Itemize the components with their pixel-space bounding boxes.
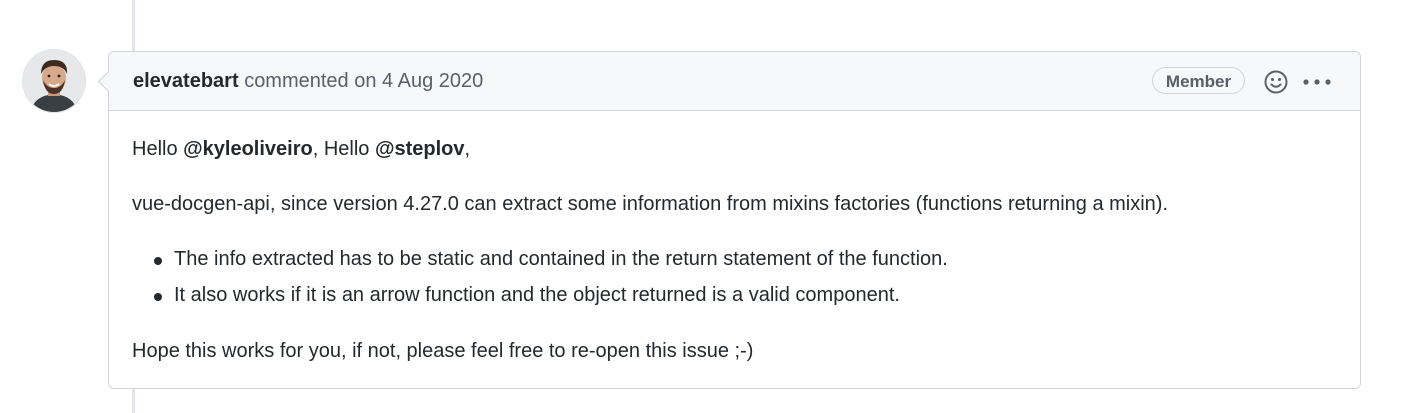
greeting-line: Hello @kyleoliveiro, Hello @steplov, bbox=[132, 138, 470, 161]
bullet-marker bbox=[154, 293, 162, 301]
closing-paragraph: Hope this works for you, if not, please … bbox=[132, 340, 754, 362]
greeting-text-2: , Hello bbox=[312, 138, 375, 160]
user-avatar-image bbox=[23, 50, 85, 112]
comment-box: elevatebart commented on 4 Aug 2020 Memb… bbox=[97, 51, 1361, 389]
comment-timestamp[interactable]: 4 Aug 2020 bbox=[382, 70, 483, 92]
bullet-marker bbox=[154, 257, 162, 265]
member-badge: Member bbox=[1152, 67, 1245, 94]
comment-header-text: elevatebart commented on 4 Aug 2020 bbox=[133, 70, 483, 93]
list-item: The info extracted has to be static and … bbox=[174, 248, 948, 270]
comment-header: elevatebart commented on 4 Aug 2020 Memb… bbox=[109, 52, 1360, 111]
avatar[interactable] bbox=[23, 50, 85, 112]
greeting-text: Hello bbox=[132, 138, 184, 160]
kebab-horizontal-icon[interactable] bbox=[1302, 71, 1332, 93]
paragraph-1: vue-docgen-api, since version 4.27.0 can… bbox=[132, 193, 1169, 215]
mention-kyleoliveiro[interactable]: @kyleoliveiro bbox=[183, 138, 313, 160]
author-link[interactable]: elevatebart bbox=[133, 70, 239, 92]
list-item: It also works if it is an arrow function… bbox=[174, 284, 900, 306]
comment-action-text: commented on bbox=[244, 70, 377, 92]
mention-steplov[interactable]: @steplov bbox=[375, 138, 465, 160]
greeting-punctuation: , bbox=[464, 138, 471, 160]
smiley-icon[interactable] bbox=[1262, 68, 1290, 96]
